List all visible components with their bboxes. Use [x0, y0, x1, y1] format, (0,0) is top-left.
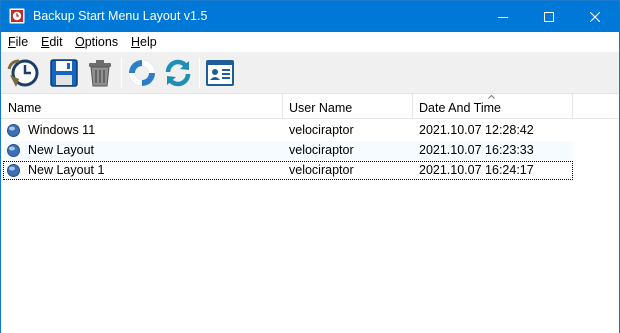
column-divider[interactable] — [412, 94, 413, 119]
app-icon[interactable] — [9, 8, 25, 24]
item-name: New Layout 1 — [28, 163, 105, 177]
menu-help-accel: H — [131, 35, 141, 49]
layout-item-icon — [7, 124, 20, 137]
column-header-name[interactable]: Name — [8, 94, 41, 119]
item-date-time: 2021.10.07 16:23:33 — [419, 143, 534, 157]
toolbar-separator — [121, 58, 122, 88]
item-user-name: velociraptor — [289, 143, 354, 157]
menu-help[interactable]: Help — [131, 35, 157, 49]
app-window: Backup Start Menu Layout v1.5 File Edit … — [0, 0, 620, 333]
delete-button[interactable] — [82, 55, 118, 91]
maximize-button[interactable] — [526, 1, 572, 32]
column-divider[interactable] — [282, 94, 283, 119]
menu-bar: File Edit Options Help — [1, 32, 619, 52]
lifebuoy-icon — [129, 60, 155, 86]
menu-options[interactable]: Options — [75, 35, 118, 49]
list-header: Name User Name Date And Time — [1, 94, 619, 119]
close-button[interactable] — [572, 1, 618, 32]
backup-restore-button[interactable] — [5, 55, 41, 91]
maximize-icon — [544, 11, 554, 22]
menu-options-label: ptions — [84, 35, 119, 49]
list-item[interactable]: Windows 11 velociraptor 2021.10.07 12:28… — [3, 121, 573, 140]
toolbar-separator — [199, 58, 200, 88]
close-icon — [590, 11, 600, 22]
menu-file-label: ile — [15, 35, 29, 49]
minimize-icon — [498, 16, 508, 18]
menu-edit[interactable]: Edit — [41, 35, 63, 49]
menu-file-accel: F — [8, 35, 16, 49]
about-card-icon — [206, 60, 234, 86]
minimize-button[interactable] — [480, 1, 526, 32]
item-name: New Layout — [28, 143, 95, 157]
layout-item-icon — [7, 164, 20, 177]
column-header-user-name[interactable]: User Name — [289, 94, 352, 119]
toolbar — [1, 52, 619, 94]
help-lifebuoy-button[interactable] — [124, 55, 160, 91]
list-item[interactable]: New Layout velociraptor 2021.10.07 16:23… — [3, 141, 573, 160]
item-user-name: velociraptor — [289, 163, 354, 177]
about-button[interactable] — [202, 55, 238, 91]
menu-edit-label: dit — [49, 35, 63, 49]
item-date-time: 2021.10.07 12:28:42 — [419, 123, 534, 137]
sort-ascending-icon — [488, 95, 495, 99]
save-button[interactable] — [46, 55, 82, 91]
menu-options-accel: O — [75, 35, 85, 49]
list-item[interactable]: New Layout 1 velociraptor 2021.10.07 16:… — [3, 161, 573, 180]
delete-icon — [89, 60, 111, 87]
refresh-button[interactable] — [160, 55, 196, 91]
layout-item-icon — [7, 144, 20, 157]
layout-list[interactable]: Name User Name Date And Time Windows 11 … — [1, 94, 619, 333]
column-divider[interactable] — [572, 94, 573, 119]
backup-restore-icon — [7, 59, 39, 87]
save-icon — [50, 59, 78, 87]
menu-help-label: elp — [140, 35, 157, 49]
refresh-icon — [165, 59, 191, 87]
window-title: Backup Start Menu Layout v1.5 — [33, 9, 208, 23]
title-bar[interactable]: Backup Start Menu Layout v1.5 — [1, 1, 619, 32]
menu-file[interactable]: File — [8, 35, 28, 49]
item-user-name: velociraptor — [289, 123, 354, 137]
item-date-time: 2021.10.07 16:24:17 — [419, 163, 534, 177]
item-name: Windows 11 — [28, 123, 96, 137]
